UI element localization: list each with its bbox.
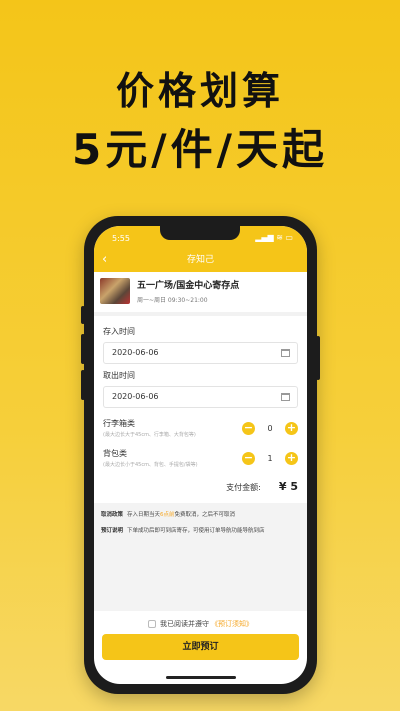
- status-time: 5:55: [112, 234, 130, 243]
- booking-form: 存入时间 2020-06-06 取出时间 2020-06-06 行李箱类 (最大…: [94, 316, 307, 501]
- payment-amount: ¥ 5: [278, 480, 298, 493]
- booking-note-key: 预订说明: [101, 528, 124, 534]
- booking-note: 预订说明 下单成功后即可到店寄存，可使用订单导航功能导航到店: [101, 527, 300, 535]
- phone-notch: [160, 226, 240, 240]
- cancel-policy-deadline: 6点前: [160, 512, 175, 518]
- phone-frame: 5:55 ▂▄▆ ≋ ▭ ‹ 存知己 五一广场/国金中心寄存点 周一~周日 09…: [81, 216, 320, 694]
- checkin-date-field[interactable]: 2020-06-06: [103, 342, 298, 364]
- status-bar: 5:55 ▂▄▆ ≋ ▭: [94, 226, 307, 250]
- luggage-desc: (最大边长大于45cm、行李箱、大背包等): [103, 432, 196, 438]
- luggage-stepper: − 0 +: [242, 421, 298, 435]
- phone-side-button: [81, 306, 85, 324]
- luggage-text: 行李箱类 (最大边长大于45cm、行李箱、大背包等): [103, 418, 242, 438]
- agreement-text: 我已阅读并遵守: [160, 620, 209, 628]
- cancel-policy-key: 取消政策: [101, 512, 124, 518]
- app-screen: 5:55 ▂▄▆ ≋ ▭ ‹ 存知己 五一广场/国金中心寄存点 周一~周日 09…: [94, 226, 307, 684]
- backpack-title: 背包类: [103, 449, 127, 458]
- policy-section: 取消政策 存入日期当天6点前免费取消，之后不可取消 预订说明 下单成功后即可到店…: [94, 503, 307, 611]
- luggage-plus-button[interactable]: +: [285, 421, 298, 435]
- luggage-counter-row: 行李箱类 (最大边长大于45cm、行李箱、大背包等) − 0 +: [103, 418, 298, 438]
- nav-title: 存知己: [186, 255, 214, 265]
- store-info: 五一广场/国金中心寄存点 周一~周日 09:30~21:00: [137, 278, 239, 304]
- agreement-link[interactable]: 《预订须知》: [211, 619, 253, 629]
- phone-power-button: [316, 336, 320, 380]
- status-icons: ▂▄▆ ≋ ▭: [255, 233, 293, 242]
- calendar-icon: [281, 349, 290, 357]
- book-now-button[interactable]: 立即预订: [102, 634, 299, 660]
- calendar-icon: [281, 393, 290, 401]
- backpack-count: 1: [267, 453, 273, 463]
- booking-note-text: 下单成功后即可到店寄存，可使用订单导航功能导航到店: [127, 528, 265, 534]
- promo-headline-rate: 5元/件/天起: [72, 125, 328, 174]
- backpack-stepper: − 1 +: [242, 451, 298, 465]
- payment-label: 支付金额:: [226, 483, 261, 492]
- checkout-date-field[interactable]: 2020-06-06: [103, 386, 298, 408]
- back-icon[interactable]: ‹: [102, 250, 107, 270]
- backpack-text: 背包类 (最大边长小于45cm、背包、手提包/袋等): [103, 448, 242, 468]
- luggage-minus-button[interactable]: −: [242, 421, 255, 435]
- backpack-counter-row: 背包类 (最大边长小于45cm、背包、手提包/袋等) − 1 +: [103, 448, 298, 468]
- promo-headline-price: 价格划算: [115, 69, 284, 113]
- checkin-label: 存入时间: [103, 327, 135, 336]
- phone-volume-up: [81, 334, 85, 364]
- nav-bar: ‹ 存知己: [94, 250, 307, 272]
- home-indicator: [166, 676, 236, 679]
- cancel-policy-pre: 存入日期当天: [127, 512, 161, 518]
- store-name: 五一广场/国金中心寄存点: [137, 281, 240, 291]
- agreement-row: 我已阅读并遵守 《预订须知》: [94, 619, 307, 629]
- cancel-policy-text: 存入日期当天6点前免费取消，之后不可取消: [127, 511, 235, 519]
- store-card[interactable]: 五一广场/国金中心寄存点 周一~周日 09:30~21:00: [94, 272, 307, 316]
- cancel-policy-post: 免费取消，之后不可取消: [174, 512, 236, 518]
- agreement-checkbox[interactable]: [148, 620, 156, 628]
- checkout-date-value: 2020-06-06: [112, 392, 159, 401]
- cancel-policy: 取消政策 存入日期当天6点前免费取消，之后不可取消: [101, 511, 300, 519]
- backpack-minus-button[interactable]: −: [242, 451, 255, 465]
- phone-volume-down: [81, 370, 85, 400]
- luggage-count: 0: [267, 423, 273, 433]
- backpack-desc: (最大边长小于45cm、背包、手提包/袋等): [103, 462, 198, 468]
- luggage-title: 行李箱类: [103, 419, 135, 428]
- backpack-plus-button[interactable]: +: [285, 451, 298, 465]
- store-photo: [100, 278, 130, 304]
- checkin-date-value: 2020-06-06: [112, 348, 159, 357]
- payment-row: 支付金额: ¥ 5: [103, 480, 298, 501]
- checkout-label: 取出时间: [103, 371, 135, 380]
- store-hours: 周一~周日 09:30~21:00: [137, 297, 208, 304]
